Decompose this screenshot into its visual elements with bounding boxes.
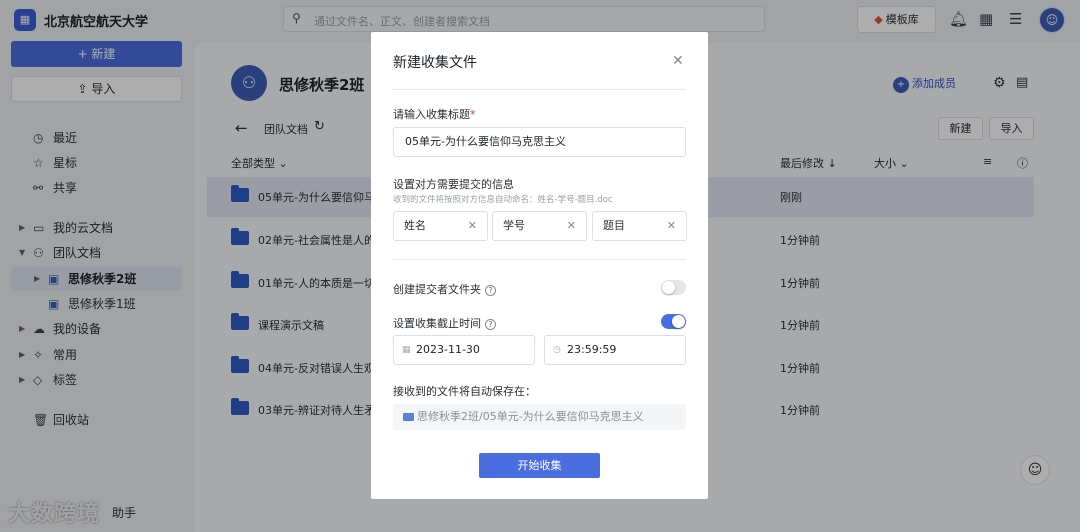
help-icon[interactable]: ? (485, 285, 496, 296)
toggle-knob (672, 315, 685, 328)
info-label: 设置对方需要提交的信息 (393, 178, 514, 191)
deadline-toggle[interactable] (661, 314, 686, 329)
remove-icon[interactable]: ✕ (667, 212, 676, 240)
required-mark: * (470, 108, 476, 121)
date-value: 2023-11-30 (416, 343, 480, 356)
field-tag-label: 题目 (603, 219, 625, 232)
save-location-label: 接收到的文件将自动保存在： (393, 385, 536, 398)
time-picker[interactable]: ◷ 23:59:59 (544, 335, 686, 365)
save-path-text: 思修秋季2班/05单元-为什么要信仰马克思主义 (417, 410, 644, 423)
folder-label-text: 创建提交者文件夹 (393, 283, 481, 296)
toggle-knob (662, 281, 675, 294)
collection-title-input[interactable]: 05单元-为什么要信仰马克思主义 (393, 127, 686, 157)
clock-icon: ◷ (553, 345, 561, 355)
divider (393, 89, 686, 90)
deadline-label-text: 设置收集截止时间 (393, 317, 481, 330)
remove-icon[interactable]: ✕ (468, 212, 477, 240)
remove-icon[interactable]: ✕ (567, 212, 576, 240)
time-value: 23:59:59 (567, 343, 617, 356)
deadline-label: 设置收集截止时间? (393, 315, 496, 331)
folder-icon (403, 413, 414, 421)
title-label: 请输入收集标题* (393, 106, 476, 122)
dialog-title: 新建收集文件 (393, 55, 477, 71)
folder-label: 创建提交者文件夹? (393, 281, 496, 297)
close-icon[interactable]: ✕ (672, 53, 684, 69)
field-tag-topic[interactable]: 题目 ✕ (592, 211, 687, 241)
field-tag-name[interactable]: 姓名 ✕ (393, 211, 488, 241)
info-hint: 收到的文件将按照对方信息自动命名：姓名-学号-题目.doc (393, 195, 613, 205)
title-label-text: 请输入收集标题 (393, 108, 470, 121)
field-tag-label: 学号 (503, 219, 525, 232)
save-path: 思修秋季2班/05单元-为什么要信仰马克思主义 (393, 404, 686, 430)
divider (393, 259, 686, 260)
folder-toggle[interactable] (661, 280, 686, 295)
date-picker[interactable]: ▦ 2023-11-30 (393, 335, 535, 365)
calendar-icon: ▦ (402, 345, 411, 355)
start-collection-button[interactable]: 开始收集 (479, 453, 600, 478)
field-tag-label: 姓名 (404, 219, 426, 232)
new-collection-dialog: 新建收集文件 ✕ 请输入收集标题* 05单元-为什么要信仰马克思主义 设置对方需… (371, 32, 708, 499)
help-icon[interactable]: ? (485, 319, 496, 330)
field-tag-student-id[interactable]: 学号 ✕ (492, 211, 587, 241)
